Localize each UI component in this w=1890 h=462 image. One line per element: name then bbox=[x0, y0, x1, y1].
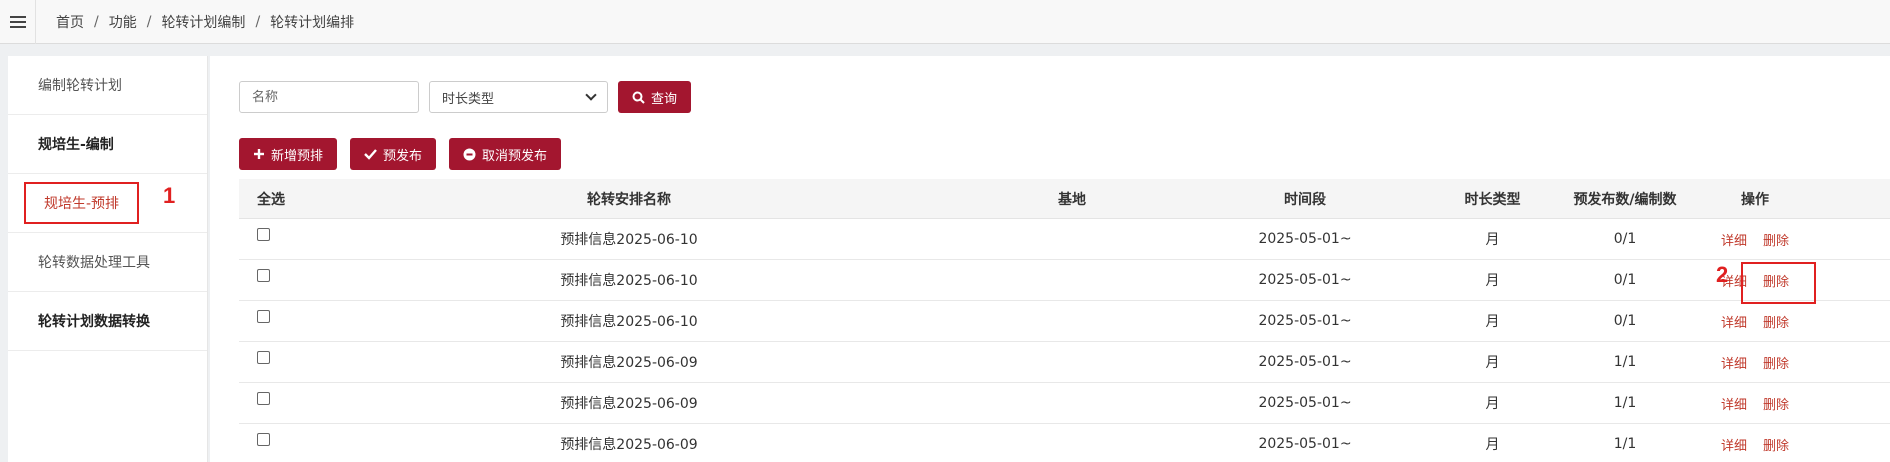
row-detail-link[interactable]: 详细 bbox=[1721, 394, 1747, 413]
row-detail-link[interactable]: 详细 bbox=[1721, 353, 1747, 372]
row-ops: 详细 删除 bbox=[1690, 312, 1820, 331]
sidebar-item-label: 规培生-编制 bbox=[38, 137, 114, 153]
row-select-checkbox[interactable] bbox=[239, 301, 299, 341]
sidebar-item-data-tool[interactable]: 轮转数据处理工具 bbox=[8, 233, 207, 292]
duration-type-selected: 时长类型 bbox=[442, 91, 495, 107]
header-period: 时间段 bbox=[1284, 191, 1326, 208]
row-ops: 详细 删除 bbox=[1690, 230, 1820, 249]
row-detail-link[interactable]: 详细 bbox=[1721, 230, 1747, 249]
sidebar-item-data-convert[interactable]: 轮转计划数据转换 bbox=[8, 292, 207, 351]
top-bar: 首页 / 功能 / 轮转计划编制 / 轮转计划编排 bbox=[0, 0, 1890, 44]
row-name: 预排信息2025-06-10 bbox=[560, 273, 698, 289]
row-ops: 详细 删除 bbox=[1690, 353, 1820, 372]
add-prearrange-button[interactable]: 新增预排 bbox=[239, 138, 338, 170]
annotation-number-1: 1 bbox=[163, 183, 176, 208]
sidebar-item-compile-plan[interactable]: 编制轮转计划 bbox=[8, 56, 207, 115]
row-period: 2025-05-01~ bbox=[1258, 272, 1352, 288]
row-type: 月 bbox=[1485, 355, 1500, 371]
sidebar-item-label: 规培生-预排 bbox=[24, 182, 140, 224]
search-icon bbox=[632, 91, 645, 104]
query-button[interactable]: 查询 bbox=[618, 81, 692, 113]
row-ops: 详细 删除 bbox=[1690, 394, 1820, 413]
breadcrumb-home[interactable]: 首页 bbox=[56, 12, 84, 32]
sidebar: 编制轮转计划 规培生-编制 规培生-预排 轮转数据处理工具 轮转计划数据转换 bbox=[8, 56, 208, 462]
row-delete-link[interactable]: 删除 bbox=[1763, 435, 1789, 454]
row-period: 2025-05-01~ bbox=[1258, 436, 1352, 452]
breadcrumb: 首页 / 功能 / 轮转计划编制 / 轮转计划编排 bbox=[56, 12, 355, 32]
row-select-checkbox[interactable] bbox=[239, 260, 299, 300]
header-name: 轮转安排名称 bbox=[587, 191, 671, 208]
table-body: 预排信息2025-06-10 2025-05-01~ 月 0/1 详细 删除 预排信息202… bbox=[239, 219, 1890, 462]
row-name: 预排信息2025-06-10 bbox=[560, 314, 698, 330]
search-bar: 时长类型 查询 bbox=[239, 81, 692, 113]
header-type: 时长类型 bbox=[1464, 191, 1521, 208]
row-type: 月 bbox=[1485, 437, 1500, 453]
row-count: 1/1 bbox=[1613, 436, 1637, 452]
table-row: 预排信息2025-06-09 2025-05-01~ 月 1/1 详细 删除 bbox=[239, 342, 1890, 383]
row-count: 0/1 bbox=[1613, 272, 1637, 288]
header-ops: 操作 bbox=[1741, 191, 1769, 208]
table-header: 全选 轮转安排名称 基地 时间段 时长类型 预发布数/编制数 操作 bbox=[239, 179, 1890, 219]
prepublish-button[interactable]: 预发布 bbox=[350, 138, 437, 170]
sidebar-item-label: 轮转数据处理工具 bbox=[38, 255, 150, 271]
sidebar-item-label: 轮转计划数据转换 bbox=[38, 314, 150, 330]
main-panel: 时长类型 查询 新增预排 预发布 bbox=[210, 56, 1890, 462]
minus-circle-icon bbox=[463, 148, 476, 160]
row-count: 0/1 bbox=[1613, 231, 1637, 247]
row-type: 月 bbox=[1485, 314, 1500, 330]
prearrange-table: 全选 轮转安排名称 基地 时间段 时长类型 预发布数/编制数 操作 预排信息20… bbox=[239, 179, 1890, 462]
row-name: 预排信息2025-06-09 bbox=[560, 437, 698, 453]
annotation-number-2: 2 bbox=[1716, 262, 1729, 287]
row-count: 1/1 bbox=[1613, 395, 1637, 411]
row-select-checkbox[interactable] bbox=[239, 342, 299, 382]
row-select-checkbox[interactable] bbox=[239, 219, 299, 259]
cancel-prepublish-button[interactable]: 取消预发布 bbox=[449, 138, 562, 170]
sidebar-item-label: 编制轮转计划 bbox=[38, 78, 122, 94]
row-select-checkbox[interactable] bbox=[239, 383, 299, 423]
annotation-highlight-box bbox=[1741, 262, 1816, 304]
action-toolbar: 新增预排 预发布 取消预发布 bbox=[239, 138, 562, 170]
header-base: 基地 bbox=[1058, 191, 1086, 208]
header-count: 预发布数/编制数 bbox=[1573, 191, 1677, 208]
check-icon bbox=[364, 149, 377, 160]
hamburger-icon[interactable] bbox=[0, 0, 36, 44]
row-count: 1/1 bbox=[1613, 354, 1637, 370]
row-period: 2025-05-01~ bbox=[1258, 313, 1352, 329]
breadcrumb-function[interactable]: 功能 bbox=[109, 12, 137, 32]
breadcrumb-plan-compile[interactable]: 轮转计划编制 bbox=[161, 12, 245, 32]
row-period: 2025-05-01~ bbox=[1258, 395, 1352, 411]
table-row: 预排信息2025-06-09 2025-05-01~ 月 1/1 详细 删除 bbox=[239, 424, 1890, 462]
row-name: 预排信息2025-06-09 bbox=[560, 396, 698, 412]
row-period: 2025-05-01~ bbox=[1258, 354, 1352, 370]
row-name: 预排信息2025-06-09 bbox=[560, 355, 698, 371]
row-detail-link[interactable]: 详细 bbox=[1721, 435, 1747, 454]
header-select-all[interactable]: 全选 bbox=[239, 189, 299, 209]
table-row: 预排信息2025-06-09 2025-05-01~ 月 1/1 详细 删除 bbox=[239, 383, 1890, 424]
row-type: 月 bbox=[1485, 232, 1500, 248]
table-row: 预排信息2025-06-10 2025-05-01~ 月 0/1 详细 删除 bbox=[239, 260, 1890, 301]
chevron-down-icon bbox=[585, 89, 597, 101]
table-row: 预排信息2025-06-10 2025-05-01~ 月 0/1 详细 删除 bbox=[239, 219, 1890, 260]
row-delete-link[interactable]: 删除 bbox=[1763, 394, 1789, 413]
plus-icon bbox=[254, 149, 264, 159]
duration-type-select[interactable]: 时长类型 bbox=[429, 81, 608, 113]
row-period: 2025-05-01~ bbox=[1258, 231, 1352, 247]
table-row: 预排信息2025-06-10 2025-05-01~ 月 0/1 详细 删除 bbox=[239, 301, 1890, 342]
row-delete-link[interactable]: 删除 bbox=[1763, 230, 1789, 249]
row-count: 0/1 bbox=[1613, 313, 1637, 329]
row-detail-link[interactable]: 详细 bbox=[1721, 312, 1747, 331]
row-delete-link[interactable]: 删除 bbox=[1763, 353, 1789, 372]
sidebar-item-trainee-prearrange[interactable]: 规培生-预排 bbox=[8, 174, 207, 233]
row-ops: 详细 删除 bbox=[1690, 435, 1820, 454]
row-type: 月 bbox=[1485, 396, 1500, 412]
row-delete-link[interactable]: 删除 bbox=[1763, 312, 1789, 331]
sidebar-item-trainee-compile[interactable]: 规培生-编制 bbox=[8, 115, 207, 174]
name-input[interactable] bbox=[239, 81, 419, 113]
row-select-checkbox[interactable] bbox=[239, 424, 299, 462]
row-name: 预排信息2025-06-10 bbox=[560, 232, 698, 248]
row-type: 月 bbox=[1485, 273, 1500, 289]
breadcrumb-plan-arrange: 轮转计划编排 bbox=[270, 14, 355, 31]
